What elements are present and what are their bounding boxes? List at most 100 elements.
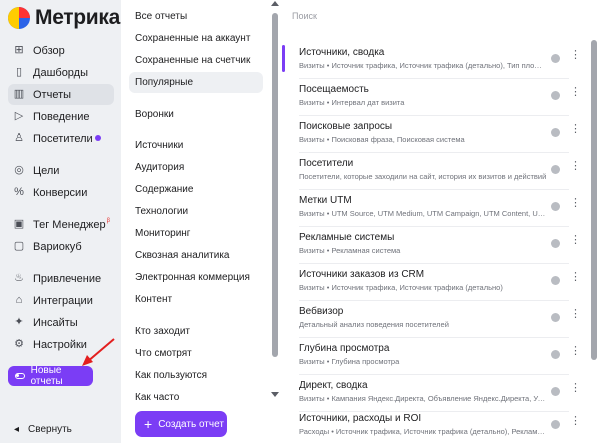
report-item[interactable]: Источники заказов из CRM Визиты • Источн… — [284, 262, 584, 299]
sparkle-icon: ✦ — [14, 316, 24, 328]
report-item[interactable]: Рекламные системы Визиты • Рекламная сис… — [284, 225, 584, 262]
nav-item-overview[interactable]: ⊞ Обзор — [8, 40, 114, 61]
reports-scrollbar[interactable] — [591, 40, 597, 360]
more-options-icon[interactable]: ⋮ — [570, 50, 581, 61]
report-title: Рекламные системы — [299, 232, 395, 243]
globe-icon[interactable] — [551, 91, 560, 100]
toggle-icon — [15, 373, 25, 379]
create-report-button[interactable]: + Создать отчет — [135, 411, 227, 437]
more-options-icon[interactable]: ⋮ — [570, 383, 581, 394]
category-how-often[interactable]: Как часто — [129, 387, 263, 408]
more-options-icon[interactable]: ⋮ — [570, 161, 581, 172]
scroll-down-arrow-icon[interactable] — [271, 392, 279, 397]
nav-item-label: Привлечение — [33, 272, 102, 285]
nav-item-label: Инсайты — [33, 316, 78, 329]
nav-item-label: Отчеты — [33, 88, 72, 101]
globe-icon[interactable] — [551, 54, 560, 63]
globe-icon[interactable] — [551, 202, 560, 211]
more-options-icon[interactable]: ⋮ — [570, 309, 581, 320]
nav-item-tag-manager[interactable]: ▣ Тег Менеджер β — [8, 214, 114, 235]
collapse-arrow-icon: ◂ — [14, 424, 20, 435]
more-options-icon[interactable]: ⋮ — [570, 416, 581, 427]
category-content-section[interactable]: Содержание — [129, 179, 263, 200]
category-popular[interactable]: Популярные — [129, 72, 263, 93]
report-subtitle: Визиты • Источник трафика, Источник траф… — [299, 283, 503, 292]
nav-item-dashboards[interactable]: ▯ Дашборды — [8, 62, 114, 83]
nav-item-label: Обзор — [33, 44, 65, 57]
globe-icon[interactable] — [551, 165, 560, 174]
category-all-reports[interactable]: Все отчеты — [129, 6, 263, 27]
report-subtitle: Визиты • Кампания Яндекс.Директа, Объявл… — [299, 394, 547, 403]
report-item[interactable]: Источники, расходы и ROI Расходы • Источ… — [284, 406, 584, 443]
globe-icon[interactable] — [551, 313, 560, 322]
more-options-icon[interactable]: ⋮ — [570, 124, 581, 135]
more-options-icon[interactable]: ⋮ — [570, 346, 581, 357]
category-how-they-use[interactable]: Как пользуются — [129, 365, 263, 386]
plus-icon: + — [144, 416, 153, 432]
report-item[interactable]: Посетители Посетители, которые заходили … — [284, 151, 584, 188]
report-title: Источники, сводка — [299, 47, 385, 58]
category-ecommerce[interactable]: Электронная коммерция — [129, 267, 263, 288]
category-saved-account[interactable]: Сохраненные на аккаунт — [129, 28, 263, 49]
report-item[interactable]: Директ, сводка Визиты • Кампания Яндекс.… — [284, 373, 584, 410]
nav-item-conversions[interactable]: % Конверсии — [8, 182, 114, 203]
globe-icon[interactable] — [551, 239, 560, 248]
nav-item-insights[interactable]: ✦ Инсайты — [8, 312, 114, 333]
category-audience[interactable]: Аудитория — [129, 157, 263, 178]
nav-item-integrations[interactable]: ⌂ Интеграции — [8, 290, 114, 311]
report-subtitle: Детальный анализ поведения посетителей — [299, 320, 449, 329]
category-technologies[interactable]: Технологии — [129, 201, 263, 222]
report-subtitle: Визиты • UTM Source, UTM Medium, UTM Cam… — [299, 209, 547, 218]
collapse-label: Свернуть — [28, 424, 72, 435]
nav-item-label: Вариокуб — [33, 240, 82, 253]
more-options-icon[interactable]: ⋮ — [570, 87, 581, 98]
more-options-icon[interactable]: ⋮ — [570, 198, 581, 209]
nav-item-reports[interactable]: ▥ Отчеты — [8, 84, 114, 105]
brand-logo-link[interactable]: Метрика — [8, 6, 120, 30]
collapse-sidebar-button[interactable]: ◂ Свернуть — [14, 424, 72, 435]
category-end-to-end[interactable]: Сквозная аналитика — [129, 245, 263, 266]
globe-icon[interactable] — [551, 350, 560, 359]
category-who-visits[interactable]: Кто заходит — [129, 321, 263, 342]
scroll-up-arrow-icon[interactable] — [271, 1, 279, 6]
category-content[interactable]: Контент — [129, 289, 263, 310]
reports-list-panel: Поиск Источники, сводка Визиты • Источни… — [282, 0, 600, 443]
globe-icon[interactable] — [551, 420, 560, 429]
nav-item-label: Конверсии — [33, 186, 88, 199]
globe-icon[interactable] — [551, 276, 560, 285]
nav-item-goals[interactable]: ◎ Цели — [8, 160, 114, 181]
report-item[interactable]: Поисковые запросы Визиты • Поисковая фра… — [284, 114, 584, 151]
nav-item-label: Цели — [33, 164, 60, 177]
category-sources[interactable]: Источники — [129, 135, 263, 156]
gear-icon: ⚙ — [14, 338, 24, 350]
report-item[interactable]: Метки UTM Визиты • UTM Source, UTM Mediu… — [284, 188, 584, 225]
category-saved-counter[interactable]: Сохраненные на счетчик — [129, 50, 263, 71]
report-subtitle: Визиты • Интервал дат визита — [299, 98, 405, 107]
nav-item-behavior[interactable]: ▷ Поведение — [8, 106, 114, 127]
nav-item-label: Тег Менеджер — [33, 218, 106, 231]
report-subtitle: Визиты • Рекламная система — [299, 246, 401, 255]
nav-item-variocube[interactable]: ▢ Вариокуб — [8, 236, 114, 257]
category-what-they-view[interactable]: Что смотрят — [129, 343, 263, 364]
report-title: Директ, сводка — [299, 380, 368, 391]
nav-item-acquisition[interactable]: ♨ Привлечение — [8, 268, 114, 289]
more-options-icon[interactable]: ⋮ — [570, 235, 581, 246]
report-title: Посещаемость — [299, 84, 369, 95]
report-title: Источники, расходы и ROI — [299, 413, 422, 424]
category-funnels[interactable]: Воронки — [129, 104, 263, 125]
search-input[interactable]: Поиск — [292, 11, 317, 21]
report-item[interactable]: Глубина просмотра Визиты • Глубина просм… — [284, 336, 584, 373]
more-options-icon[interactable]: ⋮ — [570, 272, 581, 283]
create-report-label: Создать отчет — [158, 418, 224, 430]
categories-scrollbar[interactable] — [272, 13, 278, 357]
nav-item-visitors[interactable]: ♙ Посетители — [8, 128, 114, 149]
report-item[interactable]: Посещаемость Визиты • Интервал дат визит… — [284, 77, 584, 114]
report-item[interactable]: Вебвизор Детальный анализ поведения посе… — [284, 299, 584, 336]
percent-icon: % — [14, 186, 24, 198]
report-item[interactable]: Источники, сводка Визиты • Источник траф… — [282, 40, 584, 77]
globe-icon[interactable] — [551, 128, 560, 137]
category-monitoring[interactable]: Мониторинг — [129, 223, 263, 244]
new-reports-toggle-button[interactable]: Новые отчеты — [8, 365, 93, 387]
globe-icon[interactable] — [551, 387, 560, 396]
puzzle-icon: ⌂ — [15, 294, 23, 306]
